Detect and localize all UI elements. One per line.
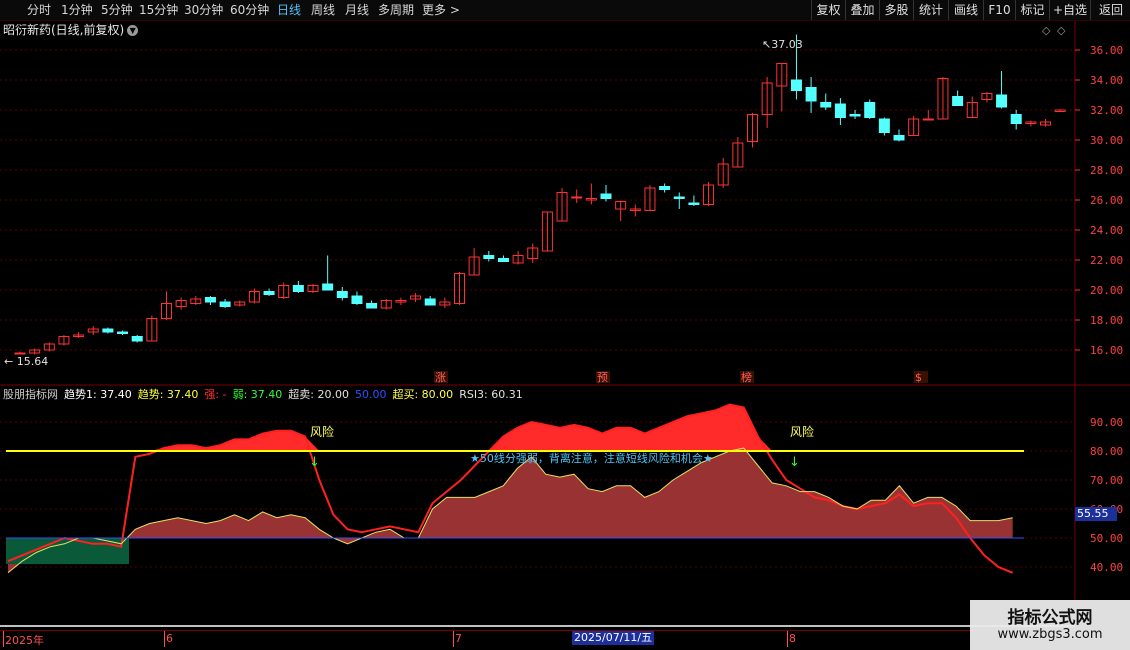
candle-body <box>805 87 817 102</box>
candle-body <box>14 352 26 355</box>
candle-body <box>600 193 612 199</box>
price-axis-label: 22.00 <box>1090 254 1123 267</box>
risk-arrow-icon: ↓ <box>789 455 800 470</box>
date-label: 6 <box>166 632 173 645</box>
event-tag: 涨 <box>435 371 446 384</box>
candle-body <box>996 94 1008 108</box>
date-tick <box>787 631 788 647</box>
candle-body <box>849 114 861 117</box>
candle-body <box>497 258 509 262</box>
candle-body <box>351 295 363 304</box>
price-axis-label: 34.00 <box>1090 74 1123 87</box>
event-tag: 榜 <box>741 370 752 384</box>
ind-axis-label: 70.00 <box>1090 474 1123 487</box>
candle-body <box>952 96 964 106</box>
legend-item: 强: - <box>204 388 227 401</box>
date-label: 7 <box>455 632 462 645</box>
candle-body <box>117 331 129 334</box>
date-tick <box>164 631 165 647</box>
candle-body <box>864 102 876 118</box>
candle-body <box>893 135 905 141</box>
rsi-area <box>8 448 1013 573</box>
date-highlight: 2025/07/11/五 <box>572 631 655 645</box>
ind-axis-label: 90.00 <box>1090 416 1123 429</box>
candle-body <box>131 336 143 342</box>
risk-label: 风险 <box>790 424 814 439</box>
legend-item: 超买: 80.00 <box>392 388 454 401</box>
watermark-url: www.zbgs3.com <box>997 627 1103 642</box>
candle-body <box>673 196 685 199</box>
candle-body <box>571 196 583 199</box>
candle-body <box>322 283 334 291</box>
risk-arrow-icon: ↓ <box>309 455 320 470</box>
price-axis-label: 30.00 <box>1090 134 1123 147</box>
candle-body <box>366 303 378 309</box>
ind-axis-label: 80.00 <box>1090 445 1123 458</box>
candle-body <box>834 103 846 118</box>
candle-body <box>922 118 934 121</box>
candle-body <box>878 118 890 133</box>
candle-body <box>659 186 671 190</box>
diamond-icon: ◇ <box>1042 24 1051 37</box>
price-axis-label: 20.00 <box>1090 284 1123 297</box>
watermark: 指标公式网 www.zbgs3.com <box>970 600 1130 650</box>
candle-body <box>292 285 304 292</box>
candle-body <box>219 301 231 307</box>
candle-body <box>790 79 802 91</box>
date-axis: 2025年 6 7 8 <box>0 630 1075 647</box>
watermark-title: 指标公式网 <box>1007 608 1093 628</box>
event-tag: 预 <box>597 371 608 384</box>
price-axis-label: 32.00 <box>1090 104 1123 117</box>
max-price-label: ↖37.03 <box>762 38 803 51</box>
legend-item: 弱: 37.40 <box>232 388 283 401</box>
chevron-icon: ◇ <box>1057 24 1066 37</box>
price-axis-label: 28.00 <box>1090 164 1123 177</box>
indicator-legend: 股朋指标网 趋势1: 37.40 趋势: 37.40 强: - 弱: 37.40 超卖: … <box>3 386 529 402</box>
indicator-annotation: ★50线分强弱，背离注意，注意短线风险和机会★ <box>470 451 713 465</box>
legend-item: 超卖: 20.00 <box>288 388 349 401</box>
candle-body <box>688 202 700 205</box>
candle-body <box>1010 114 1022 124</box>
date-label: 8 <box>789 632 796 645</box>
candle-body <box>483 255 495 259</box>
price-axis-label: 36.00 <box>1090 44 1123 57</box>
min-price-label: ← 15.64 <box>4 355 48 368</box>
candle-body <box>336 291 348 298</box>
current-indicator-value: 55.55 <box>1075 507 1117 521</box>
ind-axis-label: 40.00 <box>1090 561 1123 574</box>
strong-area <box>8 404 1013 451</box>
event-tag: $ <box>915 371 922 384</box>
legend-item: 50.00 <box>354 388 387 401</box>
candle-body <box>820 102 832 108</box>
legend-item: RSI3: 60.31 <box>459 388 523 401</box>
date-tick <box>453 631 454 647</box>
candle-body <box>102 328 114 333</box>
chart-canvas: 36.00 34.00 32.00 30.00 28.00 26.00 24.00 22.00… <box>0 21 1130 630</box>
date-label: 2025年 <box>5 634 44 647</box>
date-tick <box>3 631 4 647</box>
legend-item: 趋势: 37.40 <box>137 388 199 401</box>
price-axis-label: 24.00 <box>1090 224 1123 237</box>
candle-body <box>204 297 216 303</box>
candle-body <box>263 291 275 295</box>
candle-body <box>424 298 436 306</box>
price-axis-label: 16.00 <box>1090 344 1123 357</box>
legend-item: 趋势1: 37.40 <box>64 388 132 401</box>
risk-label: 风险 <box>310 424 334 439</box>
indicator-name: 股朋指标网 <box>3 388 58 401</box>
price-axis-label: 26.00 <box>1090 194 1123 207</box>
price-axis-label: 18.00 <box>1090 314 1123 327</box>
ind-axis-label: 50.00 <box>1090 532 1123 545</box>
